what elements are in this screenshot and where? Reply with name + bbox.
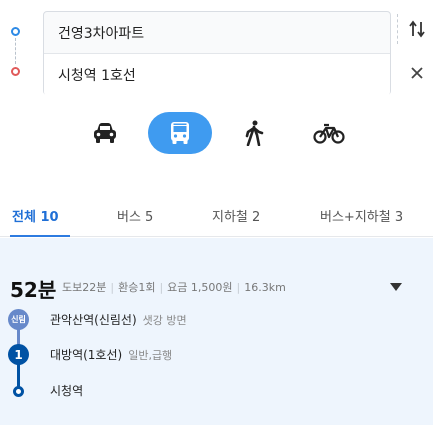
mode-walk-button[interactable] xyxy=(236,115,272,151)
car-icon xyxy=(94,123,116,143)
tab-bus-subway[interactable]: 버스+지하철 3 xyxy=(320,206,403,225)
clear-destination-button[interactable] xyxy=(405,61,429,85)
route-connector xyxy=(15,38,16,64)
bicycle-icon xyxy=(313,123,345,144)
arrival-dot-icon xyxy=(13,386,24,397)
walking-icon xyxy=(245,120,264,146)
step-station: 시청역 xyxy=(50,384,84,398)
step-train-type: 일반,급행 xyxy=(128,349,173,362)
origin-field[interactable]: 건영3차아파트 xyxy=(44,12,390,54)
chevron-down-icon[interactable] xyxy=(389,282,403,292)
duration: 52분 xyxy=(10,278,57,302)
route-result[interactable]: 52분 도보22분 | 환승1회 | 요금 1,500원 | 16.3km 신림 관악산역(… xyxy=(0,238,433,425)
step-direction: 샛강 방면 xyxy=(142,314,187,327)
line1-badge: 1 xyxy=(8,344,29,365)
step-station: 대방역(1호선) xyxy=(50,348,123,362)
route-input-box: 건영3차아파트 시청역 1호선 xyxy=(43,11,391,96)
mode-car-button[interactable] xyxy=(87,115,123,151)
mode-bus-button[interactable] xyxy=(148,112,212,154)
transfer-count: 환승1회 xyxy=(118,281,156,294)
fare: 요금 1,500원 xyxy=(167,281,233,294)
swap-route-button[interactable] xyxy=(405,17,429,41)
shillim-line-badge: 신림 xyxy=(8,309,29,330)
origin-marker-icon xyxy=(11,27,20,36)
mode-bike-button[interactable] xyxy=(309,115,349,151)
route-type-tabs: 전체 10 버스 5 지하철 2 버스+지하철 3 xyxy=(0,193,433,237)
close-icon xyxy=(411,67,423,79)
distance: 16.3km xyxy=(244,281,286,294)
route-summary: 도보22분 | 환승1회 | 요금 1,500원 | 16.3km xyxy=(62,281,286,294)
tab-bus[interactable]: 버스 5 xyxy=(117,206,153,225)
tab-all[interactable]: 전체 10 xyxy=(12,206,59,225)
step-arrive: 시청역 xyxy=(0,380,433,402)
destination-text: 시청역 1호선 xyxy=(58,68,136,84)
step-transfer-line1: 1 대방역(1호선) 일반,급행 xyxy=(0,344,433,366)
destination-marker-icon xyxy=(11,67,20,76)
active-tab-indicator xyxy=(10,235,70,237)
destination-field[interactable]: 시청역 1호선 xyxy=(44,54,390,96)
walk-time: 도보22분 xyxy=(62,281,107,294)
step-station: 관악산역(신림선) xyxy=(50,313,137,327)
swap-separator xyxy=(397,14,398,44)
step-board-shillim: 신림 관악산역(신림선) 샛강 방면 xyxy=(0,309,433,331)
bus-icon xyxy=(171,122,189,144)
tab-subway[interactable]: 지하철 2 xyxy=(212,206,260,225)
origin-text: 건영3차아파트 xyxy=(58,25,145,42)
swap-icon xyxy=(409,20,425,38)
